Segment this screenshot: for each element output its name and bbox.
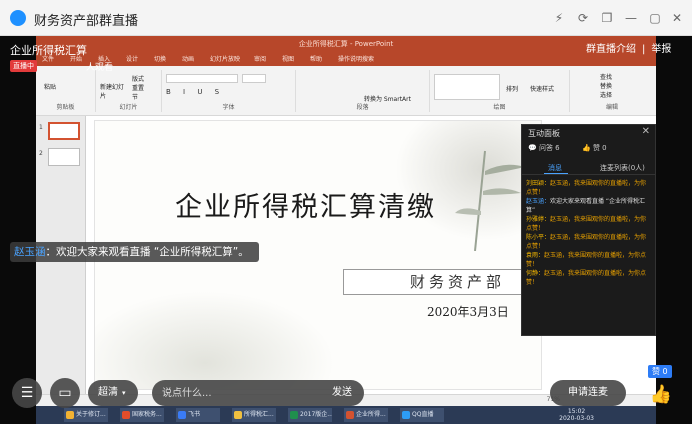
chevron-down-icon: ▾ [122,389,126,397]
reset-button[interactable]: 重置 [132,83,144,92]
ppt-ribbon-tabs: 文件 开始 插入 设计 切换 动画 幻灯片放映 审阅 视图 帮助 操作说明搜索 [36,52,656,66]
list-item: 陈小平：赵玉涵，我来围观你的直播啦，为你点赞！ [526,234,647,250]
ribbon-group-editing: 查找 替换 选择 编辑 [600,72,618,111]
taskbar-item[interactable]: 国家税务... [120,408,164,422]
section-button[interactable]: 节 [132,92,138,101]
panel-title: 互动面板 [528,129,560,138]
ribbon-group-paragraph: 转换为 SmartArt 段落 [296,70,430,112]
shapes-gallery[interactable] [434,74,500,100]
interaction-panel: 互动面板 ✕ 💬 问答 6 👍 赞 0 消息 连麦列表(0人) 刘田颖：赵玉涵，… [521,124,656,336]
likes-count[interactable]: 👍 赞 0 [582,143,607,153]
ink-wash-decoration [95,291,335,389]
thumbs-up-icon[interactable]: 👍 [646,380,676,410]
layout-button[interactable]: 版式 [132,74,144,83]
close-icon[interactable]: ✕ [642,126,650,137]
taskbar-clock: 15:02 2020-03-03 [559,408,594,422]
tab-messages[interactable]: 消息 [548,163,562,173]
ribbon-group-drawing: 排列 快速样式 绘图 [430,70,570,112]
chat-input[interactable] [162,384,312,402]
ppt-tab[interactable]: 设计 [126,54,138,63]
slide-thumbnail[interactable] [48,148,80,166]
ppt-titlebar: 企业所得税汇算 - PowerPoint [36,36,656,52]
maximize-button[interactable]: ▢ [646,9,664,27]
ribbon-group-clipboard: 粘贴 剪贴板 [36,70,96,112]
arrange-button[interactable]: 排列 [506,84,518,93]
slide-title: 企业所得税汇算清缴 [175,192,436,223]
live-intro-link[interactable]: 群直播介绍 [586,44,636,55]
find-button[interactable]: 查找 [600,72,612,81]
ppt-tab[interactable]: 帮助 [310,54,322,63]
live-title: 企业所得税汇算 [10,44,87,57]
taskbar-item[interactable]: 所得税汇... [232,408,276,422]
close-button[interactable]: ✕ [668,9,686,27]
quick-styles-button[interactable]: 快速样式 [530,84,554,93]
clarity-select[interactable]: 超清 ▾ [88,380,138,406]
ppt-tab[interactable]: 切换 [154,54,166,63]
viewer-count: 人观看 [86,63,114,73]
ppt-search-tab[interactable]: 操作说明搜索 [338,54,374,63]
like-count-badge: 赞 0 [648,365,672,378]
active-tab-indicator [544,173,568,174]
live-status-badge: 直播中 [10,60,37,72]
taskbar-item[interactable]: QQ直播 [400,408,444,422]
tab-mic-queue[interactable]: 连麦列表(0人) [600,163,645,173]
link-divider: | [642,44,646,55]
replace-button[interactable]: 替换 [600,81,612,90]
window-titlebar: 财务资产部群直播 ⚡ ⟳ ❐ — ▢ ✕ [0,0,692,36]
ppt-tab[interactable]: 审阅 [254,54,266,63]
minimize-button[interactable]: — [622,9,640,27]
chat-username[interactable]: 赵玉涵 [14,246,46,258]
ppt-tab[interactable]: 幻灯片放映 [210,54,240,63]
panel-tabs: 消息 连麦列表(0人) [522,161,655,175]
questions-count[interactable]: 💬 问答 6 [528,143,560,153]
flash-icon[interactable]: ⚡ [550,9,568,27]
notes-icon[interactable]: ☰ [12,378,42,408]
list-item: 刘田颖：赵玉涵，我来围观你的直播啦，为你点赞！ [526,180,647,196]
message-list: 刘田颖：赵玉涵，我来围观你的直播啦，为你点赞！ 赵玉涵：欢迎大家来观看直播 “企… [526,179,652,287]
slide-department: 财务资产部 [343,269,541,295]
chat-danmaku: 赵玉涵：欢迎大家来观看直播 “企业所得税汇算”。 [10,242,259,262]
taskbar-item[interactable]: 2017版企... [288,408,332,422]
app-logo-icon [10,10,26,26]
new-slide-button[interactable]: 新建幻灯片 [100,82,128,100]
chat-message: ：欢迎大家来观看直播 “企业所得税汇算”。 [45,246,249,258]
live-stage: 企业所得税汇算 - PowerPoint 文件 开始 插入 设计 切换 动画 幻… [0,36,692,424]
select-button[interactable]: 选择 [600,90,612,99]
list-item: 袁雨：赵玉涵，我来围观你的直播啦，为你点赞！ [526,252,647,268]
taskbar-item[interactable]: 飞书 [176,408,220,422]
list-item: 何静：赵玉涵，我来围观你的直播啦，为你点赞！ [526,270,647,286]
ppt-ribbon: 粘贴 剪贴板 新建幻灯片 版式 重置 节 幻灯片 B I U S 字体 转换为 … [36,66,656,116]
slide-thumbnail[interactable] [48,122,80,140]
screen-share-icon[interactable]: ▭ [50,378,80,408]
ribbon-group-font: B I U S 字体 [162,70,296,112]
list-item: 孙雅婷：赵玉涵，我来围观你的直播啦，为你点赞！ [526,216,647,232]
ppt-tab[interactable]: 视图 [282,54,294,63]
popout-icon[interactable]: ❐ [598,9,616,27]
request-mic-button[interactable]: 申请连麦 [550,380,626,406]
windows-taskbar: 关于修订... 国家税务... 飞书 所得税汇... 2017版企... 企业所… [36,406,656,424]
top-right-links: 群直播介绍 | 举报 [586,40,677,55]
paste-button[interactable]: 粘贴 [44,82,56,91]
refresh-icon[interactable]: ⟳ [574,9,592,27]
window-title: 财务资产部群直播 [34,14,139,29]
taskbar-item[interactable]: 企业所得... [344,408,388,422]
chat-input-box: 发送 [152,380,364,406]
ppt-tab[interactable]: 动画 [182,54,194,63]
taskbar-item[interactable]: 关于修订... [64,408,108,422]
send-button[interactable]: 发送 [332,380,352,406]
font-name-select[interactable] [166,74,238,83]
font-size-select[interactable] [242,74,266,83]
slide-date: 2020年3月3日 [427,305,509,319]
report-link[interactable]: 举报 [651,44,671,55]
ribbon-group-slides: 新建幻灯片 版式 重置 节 幻灯片 [96,70,162,112]
font-style-buttons[interactable]: B I U S [166,88,224,96]
list-item: 赵玉涵：欢迎大家来观看直播 “企业所得税汇算” [526,198,646,214]
